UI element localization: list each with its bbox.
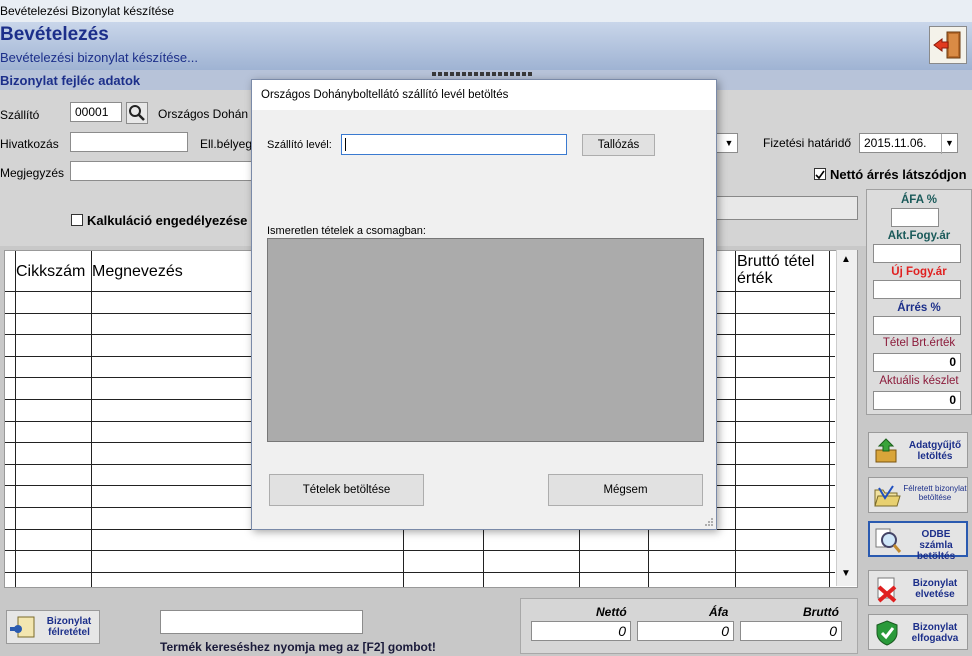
page-title: Bevételezés [0,24,109,45]
elfogadva-label: Bizonylat elfogadva [911,622,959,644]
felretetel-button[interactable]: Bizonylat félretétel [6,610,100,644]
arres-label: Árrés % [897,302,941,314]
text-cursor [345,138,346,151]
cancel-button[interactable]: Mégsem [548,474,703,506]
chevron-down-icon: ▼ [724,138,734,148]
grid-row-line [5,550,835,551]
brutto-label: Bruttó [803,605,839,619]
dialog-title: Országos Dohányboltellátó szállító levél… [261,89,509,101]
szallito-code-field[interactable]: 00001 [70,102,122,122]
felretett-button[interactable]: Félretett bizonylat betöltése [868,477,968,513]
park-document-icon [10,616,35,638]
afa-field[interactable] [891,208,939,227]
dialog-titlebar: Országos Dohányboltellátó szállító levél… [252,80,716,110]
column-header-brutto[interactable]: Bruttó tétel érték [737,253,827,287]
exit-button[interactable] [929,26,967,64]
kalkulacio-checkbox[interactable] [71,214,83,226]
reject-document-icon [877,577,897,603]
column-header-cikkszam[interactable]: Cikkszám [16,263,85,281]
tetel-brt-value: 0 [873,353,961,372]
aktualis-value: 0 [873,391,961,410]
akt-fogy-field[interactable] [873,244,961,263]
download-box-icon [875,438,897,463]
window-titlebar: Bevételezési Bizonylat készítése [0,0,972,22]
item-detail-panel: ÁFA % Akt.Fogy.ár Új Fogy.ár Árrés % Tét… [866,189,972,415]
grid-row-line [5,572,835,573]
brutto-total: 0 [740,621,842,641]
folder-open-icon [874,485,901,507]
uj-fogy-field[interactable] [873,280,961,299]
exit-door-icon [933,31,961,59]
load-items-button[interactable]: Tételek betöltése [269,474,424,506]
fizetesi-value: 2015.11.06. [864,136,927,150]
arres-field[interactable] [873,316,961,335]
shield-check-icon [876,620,898,646]
column-header-megnevezes[interactable]: Megnevezés [92,263,183,281]
resize-grip-icon[interactable] [704,517,714,527]
felretetel-label: Bizonylat félretétel [46,616,92,638]
hivatkozas-label: Hivatkozás [0,137,59,151]
szallito-level-dialog: Országos Dohányboltellátó szállító levél… [251,79,717,530]
afa-total-label: Áfa [709,605,729,619]
grid-column-line [91,251,92,587]
megjegyzes-field[interactable] [70,161,252,181]
netto-arres-label: Nettó árrés látszódjon [830,167,967,182]
page-subtitle: Bevételezési bizonylat készítése... [0,50,198,65]
uj-fogy-label: Új Fogy.ár [891,266,947,278]
szallito-level-input[interactable] [341,134,567,155]
adatgyujto-button[interactable]: Adatgyűjtő letöltés [868,432,968,468]
elvetese-label: Bizonylat elvetése [912,578,958,600]
szallito-search-button[interactable] [126,102,148,124]
elfogadva-button[interactable]: Bizonylat elfogadva [868,614,968,650]
szallito-name: Országos Dohán [158,107,249,121]
search-icon [129,105,145,121]
scroll-down-icon[interactable]: ▼ [841,568,851,579]
odbe-button[interactable]: ODBE számla betöltés [868,521,968,562]
fizetesi-label: Fizetési határidő [763,136,852,150]
checkmark-icon [815,170,825,180]
megjegyzes-label: Megjegyzés [0,166,65,180]
netto-label: Nettó [596,605,627,619]
netto-total: 0 [531,621,631,641]
grid-column-line [735,251,736,587]
afa-total: 0 [637,621,734,641]
search-hint: Termék kereséshez nyomja meg az [F2] gom… [160,640,436,654]
akt-fogy-label: Akt.Fogy.ár [887,230,951,242]
tetel-brt-label: Tétel Brt.érték [882,337,956,349]
grid-scrollbar[interactable]: ▲ ▼ [836,250,857,586]
info-box [700,196,858,220]
netto-arres-checkbox[interactable] [814,168,826,180]
unknown-items-list[interactable] [267,238,704,442]
kalkulacio-label: Kalkuláció engedélyezése [87,213,248,228]
grid-column-line [15,251,16,587]
afa-label: ÁFA % [901,194,937,206]
adatgyujto-label: Adatgyűjtő letöltés [908,440,962,462]
szallito-level-label: Szállító levél: [267,139,332,151]
product-search-input[interactable] [160,610,363,634]
fizetesi-datepicker[interactable]: 2015.11.06. ▼ [859,133,958,154]
grid-column-line [829,251,830,587]
splitter-grip[interactable] [432,72,534,76]
scroll-up-icon[interactable]: ▲ [841,254,851,265]
tallozas-button[interactable]: Tallózás [582,134,655,156]
felretett-label: Félretett bizonylat betöltése [903,484,967,502]
magnifier-icon [875,528,902,553]
header-banner: Bevételezés Bevételezési bizonylat készí… [0,22,972,70]
dropdown-button[interactable]: ▼ [716,133,738,153]
unknown-items-label: Ismeretlen tételek a csomagban: [267,225,426,237]
hivatkozas-field[interactable] [70,132,188,152]
chevron-down-icon: ▼ [941,134,957,154]
window-title: Bevételezési Bizonylat készítése [0,4,175,18]
elvetese-button[interactable]: Bizonylat elvetése [868,570,968,606]
section-title: Bizonylat fejléc adatok [0,73,141,88]
ellbelyeg-label: Ell.bélyeg [200,137,253,151]
aktualis-label: Aktuális készlet [879,375,959,387]
totals-panel: Nettó Áfa Bruttó 0 0 0 [520,598,858,654]
odbe-label: ODBE számla betöltés [916,529,956,562]
szallito-label: Szállító [0,108,40,122]
